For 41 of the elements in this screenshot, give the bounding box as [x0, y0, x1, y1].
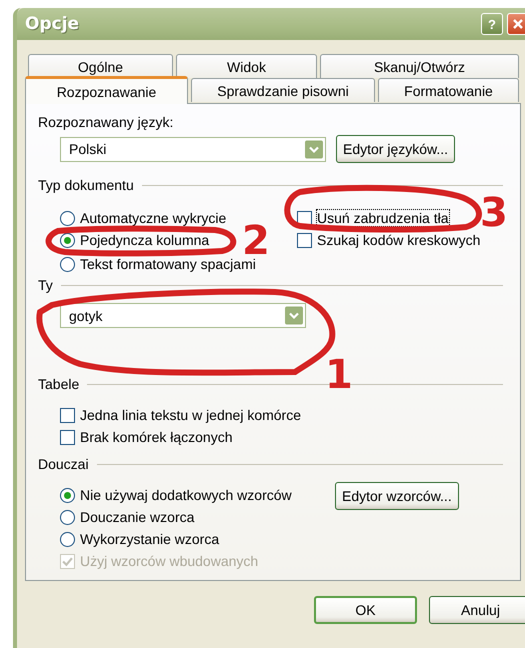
tab[interactable]: Sprawdzanie pisowni: [191, 78, 375, 102]
radio-label: Pojedyncza kolumna: [80, 232, 210, 248]
language-editor-button[interactable]: Edytor języków...: [336, 135, 456, 163]
dropdown[interactable]: gotyk: [60, 303, 306, 328]
ok-button[interactable]: OK: [314, 596, 417, 624]
radio-button[interactable]: [60, 232, 75, 248]
radio-button[interactable]: [60, 532, 75, 546]
cancel-button[interactable]: Anuluj: [429, 596, 525, 624]
section-title: Typ dokumentu: [38, 177, 134, 193]
checkbox-label: Brak komórek łączonych: [80, 429, 233, 445]
section-title: Tabele: [38, 376, 80, 392]
checkbox-label: Usuń zabrudzenia tła: [317, 210, 449, 226]
checkbox[interactable]: [60, 408, 75, 422]
checkbox-label: Jedna linia tekstu w jednej komórce: [80, 407, 302, 423]
checkbox-label: Użyj wzorców wbudowanych: [80, 553, 258, 569]
checkbox-label: Szukaj kodów kreskowych: [317, 232, 480, 248]
pattern-editor-button[interactable]: Edytor wzorców...: [335, 482, 459, 510]
tab[interactable]: Ogólne: [28, 54, 173, 78]
close-button[interactable]: [507, 13, 525, 35]
radio-button[interactable]: [60, 488, 75, 502]
tab[interactable]: Formatowanie: [378, 78, 519, 102]
radio-label: Douczanie wzorca: [80, 509, 194, 525]
section-title: Douczai: [38, 456, 89, 472]
radio-button[interactable]: [60, 510, 75, 524]
annotation-number: 1: [325, 352, 353, 398]
close-icon[interactable]: [512, 18, 524, 30]
section-title: Ty: [38, 277, 53, 293]
window-title: Opcje: [25, 14, 80, 34]
checkbox[interactable]: [297, 232, 312, 248]
checkbox[interactable]: [60, 430, 75, 444]
radio-button[interactable]: [60, 256, 75, 272]
radio-button[interactable]: [60, 210, 75, 226]
field-label: Rozpoznawany język:: [38, 114, 174, 130]
radio-label: Nie używaj dodatkowych wzorców: [80, 487, 292, 503]
dropdown[interactable]: Polski: [60, 136, 326, 162]
radio-label: Wykorzystanie wzorca: [80, 531, 220, 547]
tab[interactable]: Widok: [176, 54, 317, 78]
tab[interactable]: Skanuj/Otwórz: [320, 54, 519, 78]
annotation-number: 3: [480, 190, 508, 236]
tab[interactable]: Rozpoznawanie: [25, 76, 188, 104]
radio-label: Automatyczne wykrycie: [80, 210, 226, 226]
